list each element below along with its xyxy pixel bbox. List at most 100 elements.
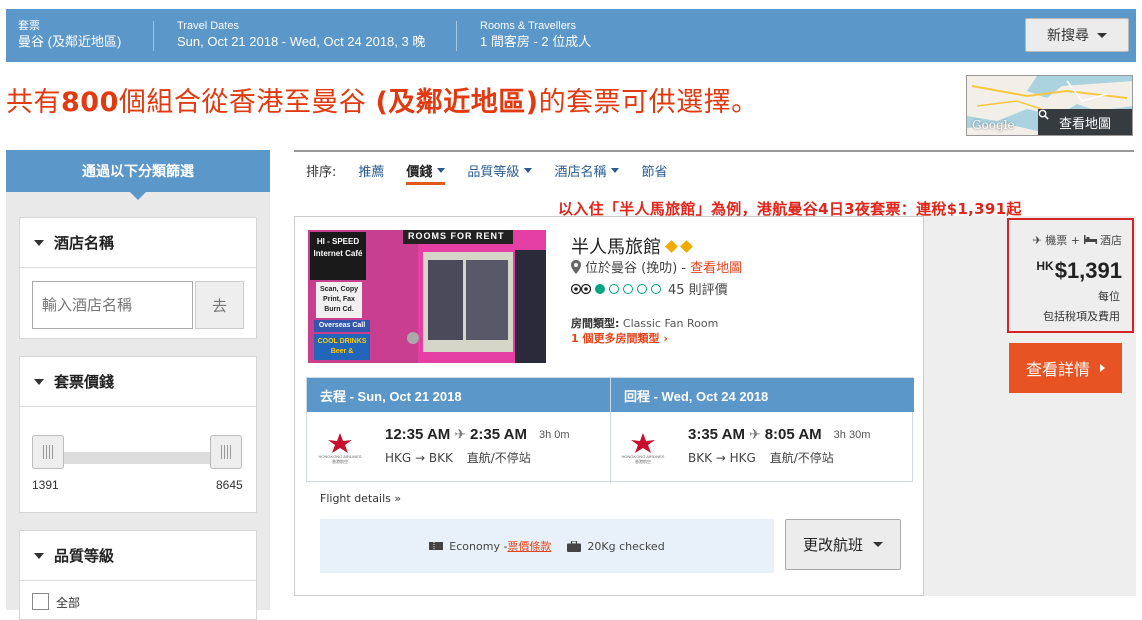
change-flight-button[interactable]: 更改航班 <box>785 519 901 570</box>
rooms-label: Rooms & Travellers <box>480 20 576 32</box>
chevron-down-icon <box>873 542 883 547</box>
chevron-down-icon <box>611 167 620 173</box>
sort-quality-label: 品質等級 <box>467 164 520 180</box>
map-thumbnail[interactable]: Google 查看地圖 <box>966 75 1133 136</box>
fare-rules-link[interactable]: 票價條款 <box>507 538 551 554</box>
rooms-value: 1 間客房 - 2 位成人 <box>480 34 592 49</box>
photo-sign-call: Overseas Call <box>318 322 366 329</box>
caret-down-icon <box>34 239 44 246</box>
sort-price-label: 價錢 <box>406 164 433 180</box>
headline-prefix: 共有 <box>6 87 61 118</box>
outbound-duration: 3h 0m <box>539 428 570 441</box>
caret-down-icon <box>34 378 44 385</box>
room-type-label: 房間類型: <box>571 317 620 330</box>
hotel-name-input[interactable] <box>32 281 193 329</box>
headline-region: (及鄰近地區) <box>375 87 539 118</box>
inbound-arrive: 8:05 AM <box>764 426 822 443</box>
type-flight-label: 機票 <box>1045 234 1068 247</box>
photo-sign-drinks: COOL DRINKS Beer & <box>317 338 367 355</box>
fare-info: Economy - 票價條款 20Kg checked <box>320 519 774 573</box>
sort-hotel-name[interactable]: 酒店名稱 <box>554 161 620 180</box>
flight-itinerary: 去程 - Sun, Oct 21 2018 回程 - Wed, Oct 24 2… <box>306 377 914 483</box>
inbound-route: BKK → HKG 直航/不停站 <box>688 449 834 466</box>
double-chevron-down-icon: » <box>394 492 402 505</box>
more-room-types-label: 1 個更多房間類型 <box>571 332 660 345</box>
chevron-down-icon <box>524 167 533 173</box>
airline-name-zh: 香港航空 <box>635 459 651 464</box>
photo-sign-print: Scan, Copy Print, Fax Burn Cd. <box>319 286 359 313</box>
rating-bubble-icon <box>637 283 647 294</box>
chevron-down-icon <box>437 167 446 173</box>
divider <box>153 21 154 51</box>
outbound-depart: 12:35 AM <box>385 426 451 443</box>
package-price: HK$1,391 <box>1036 258 1122 284</box>
result-count: 800 <box>61 87 119 118</box>
headline-suffix: 的套票可供選擇。 <box>538 87 759 118</box>
package-type: ✈ 機票 + 酒店 <box>1032 234 1122 247</box>
price-slider-max-handle[interactable] <box>210 435 242 469</box>
baggage-allowance: 20Kg checked <box>587 539 665 553</box>
plane-icon: ✈ <box>1032 234 1042 247</box>
plane-icon: ✈ <box>748 426 761 442</box>
filter-sidebar-title: 通過以下分類篩選 <box>6 150 270 200</box>
sort-savings[interactable]: 節省 <box>641 161 667 180</box>
map-provider-logo: Google <box>972 118 1015 132</box>
sort-recommended[interactable]: 推薦 <box>358 161 384 180</box>
type-hotel-label: 酒店 <box>1100 234 1122 247</box>
price-filter: 套票價錢 1391 8645 <box>19 356 257 513</box>
ticket-icon <box>429 542 444 550</box>
sort-quality[interactable]: 品質等級 <box>467 161 533 180</box>
sort-price[interactable]: 價錢 <box>406 161 446 185</box>
filter-sidebar: 通過以下分類篩選 酒店名稱 去 套票價錢 1391 8645 品質等級 全部 <box>6 150 270 620</box>
hotel-search-go-button[interactable]: 去 <box>195 281 244 329</box>
view-map-button[interactable]: 查看地圖 <box>1038 109 1132 135</box>
divider <box>456 21 457 51</box>
view-details-label: 查看詳情 <box>1025 360 1090 379</box>
inbound-depart: 3:35 AM <box>688 426 745 443</box>
hotel-name-filter-toggle[interactable]: 酒店名稱 <box>20 218 256 268</box>
outbound-header: 去程 - Sun, Oct 21 2018 <box>307 378 610 412</box>
review-count: 45 則評價 <box>668 283 728 298</box>
sort-recommended-label: 推薦 <box>358 164 385 180</box>
room-type-value: Classic Fan Room <box>622 317 719 330</box>
price-min-value: 1391 <box>32 478 59 492</box>
new-search-button[interactable]: 新搜尋 <box>1025 18 1129 52</box>
inbound-route-text: BKK → HKG <box>688 451 756 465</box>
rating-bubble-icon <box>609 283 619 294</box>
price-summary: ✈ 機票 + 酒店 HK$1,391 每位 包括稅項及費用 <box>1007 218 1134 333</box>
tripadvisor-owl-icon <box>571 283 591 294</box>
outbound-route-text: HKG → BKK <box>385 451 453 465</box>
more-room-types-link[interactable]: 1 個更多房間類型 › <box>571 330 668 346</box>
quality-all-checkbox[interactable] <box>32 593 49 610</box>
hotel-map-link[interactable]: 查看地圖 <box>690 257 742 276</box>
airline-logo: HONGKONG AIRLINES 香港航空 <box>620 432 666 470</box>
price-slider-min-handle[interactable] <box>32 435 64 469</box>
quality-filter-toggle[interactable]: 品質等級 <box>20 531 256 581</box>
sort-bar: 排序: 推薦 價錢 品質等級 酒店名稱 節省 <box>294 150 1134 188</box>
hotel-location: 位於曼谷 (挽叻) - 查看地圖 <box>571 257 742 276</box>
sort-hotel-name-label: 酒店名稱 <box>554 164 607 180</box>
view-details-button[interactable]: 查看詳情 <box>1009 343 1122 393</box>
price-max-value: 8645 <box>216 478 243 492</box>
hotel-reviews[interactable]: 45 則評價 <box>571 279 728 298</box>
package-summary: 套票 曼谷 (及鄰近地區) <box>18 20 121 50</box>
results-headline: 共有800個組合從香港至曼谷 (及鄰近地區)的套票可供選擇。 <box>6 80 759 119</box>
rating-bubble-icon <box>595 283 605 294</box>
caret-down-icon <box>34 552 44 559</box>
headline-mid: 個組合從香港至曼谷 <box>118 87 376 118</box>
hotel-name[interactable]: 半人馬旅館 <box>571 233 693 259</box>
price-filter-toggle[interactable]: 套票價錢 <box>20 357 256 407</box>
photo-sign-internet: HI - SPEED Internet Café <box>313 237 363 258</box>
new-search-label: 新搜尋 <box>1047 28 1089 44</box>
inbound-times: 3:35 AM ✈ 8:05 AM 3h 30m <box>688 426 870 443</box>
bed-icon <box>1083 235 1097 244</box>
hotel-photo[interactable]: ROOMS FOR RENT HI - SPEED Internet Café … <box>308 230 546 363</box>
bauhinia-logo-icon <box>328 433 352 453</box>
rating-diamond-icon <box>680 239 693 253</box>
price-filter-title: 套票價錢 <box>54 373 115 391</box>
search-summary-bar: 套票 曼谷 (及鄰近地區) Travel Dates Sun, Oct 21 2… <box>6 9 1136 62</box>
outbound-stops: 直航/不停站 <box>466 451 531 465</box>
inbound-header: 回程 - Wed, Oct 24 2018 <box>611 378 914 412</box>
airline-name-zh: 香港航空 <box>332 459 348 464</box>
flight-details-toggle[interactable]: Flight details » <box>320 492 401 505</box>
